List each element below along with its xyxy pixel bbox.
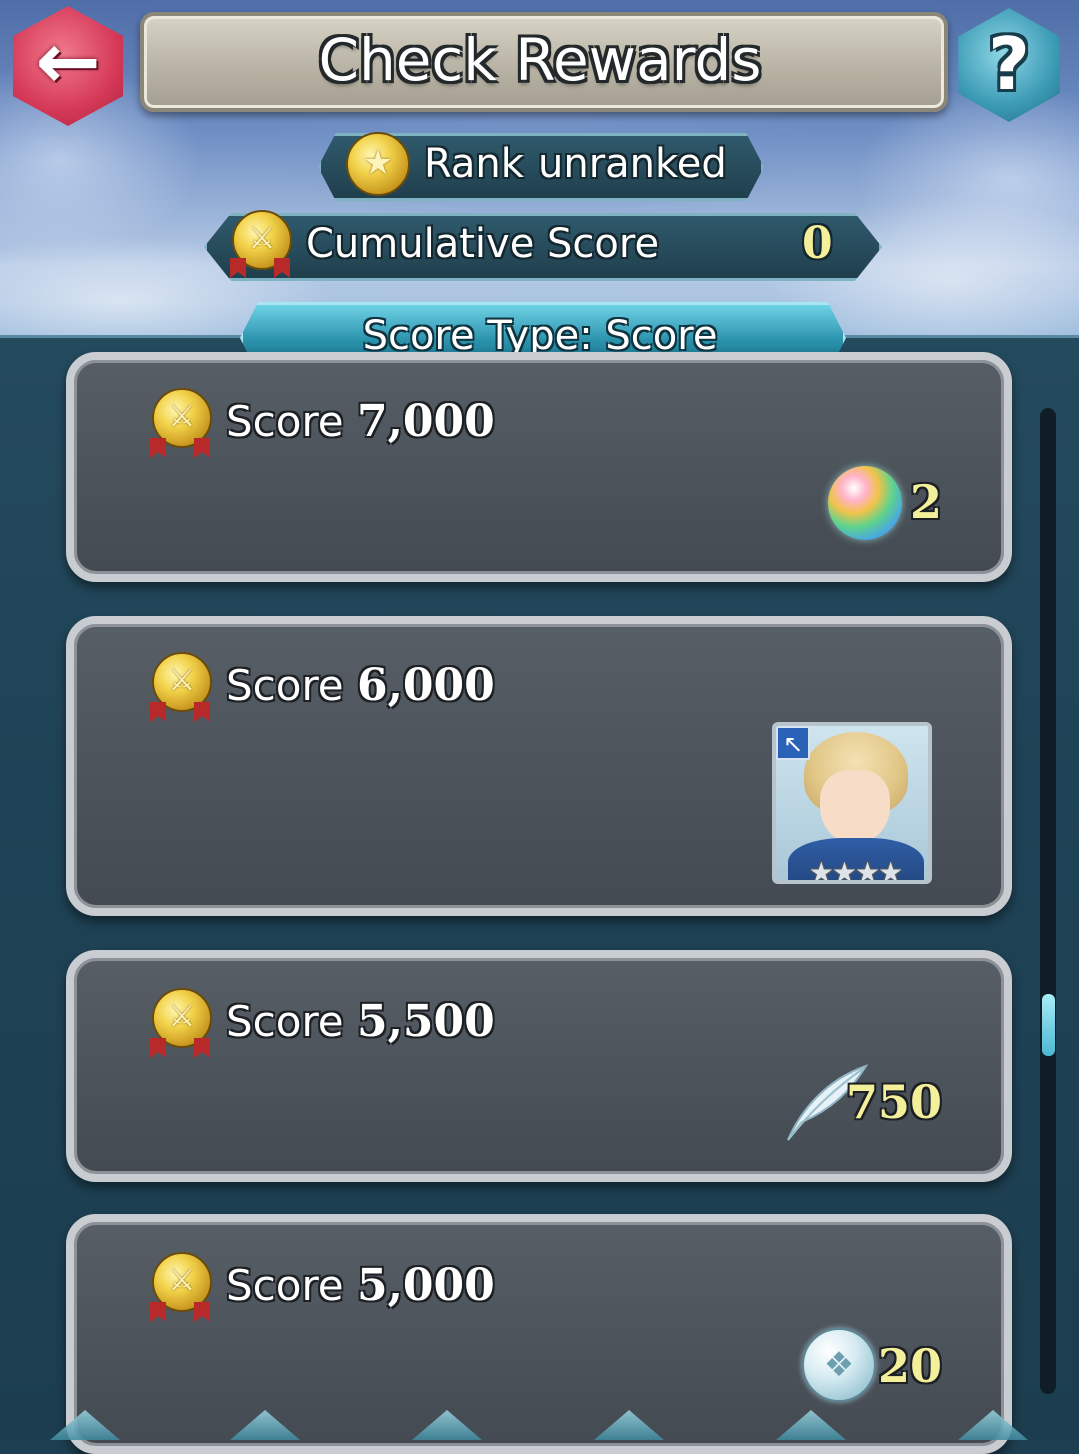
score-threshold: 7,000 [357,396,495,447]
rank-value: unranked [538,141,727,187]
score-word: Score [226,1261,344,1310]
reward-score-label: Score 7,000 [226,392,495,452]
orb-icon [828,466,902,540]
page-title: Check Rewards [318,26,762,94]
cumulative-score-label: Cumulative Score [306,221,660,267]
score-word: Score [226,661,344,710]
reward-quantity: 750 [846,1075,943,1129]
lance-weapon-icon: ↖ [776,726,810,760]
reward-score-label: Score 5,500 [226,992,495,1052]
reward-quantity: 20 [877,1339,942,1393]
scrollbar-thumb[interactable] [1042,994,1055,1056]
badge-coin-icon: ❖ [802,1328,876,1402]
score-threshold: 5,000 [357,1260,495,1311]
reward-score-label: Score 5,000 [226,1256,495,1316]
reward-card [66,950,1012,1182]
score-word: Score [226,997,344,1046]
hero-portrait[interactable]: ↖ ★★★★ [772,722,932,884]
hero-face [820,770,890,844]
reward-score-label: Score 6,000 [226,656,495,716]
score-word: Score [226,397,344,446]
rank-shield-icon: ★ [346,132,410,196]
reward-quantity: 2 [910,475,943,529]
scrollbar-track[interactable] [1040,408,1056,1394]
score-threshold: 5,500 [357,996,495,1047]
rarity-stars: ★★★★ [808,856,903,884]
cumulative-score-value: 0 [802,218,833,269]
score-threshold: 6,000 [357,660,495,711]
rank-label: Rank [424,141,524,187]
reward-card [66,1214,1012,1454]
